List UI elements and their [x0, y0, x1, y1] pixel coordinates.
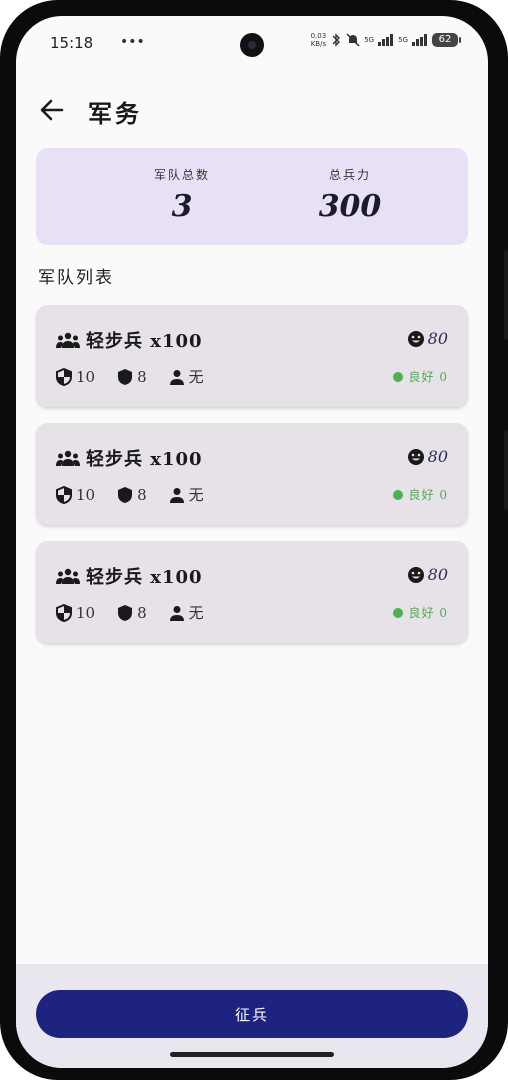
morale-value: 80 [427, 447, 448, 466]
army-name: 轻步兵 x100 [86, 567, 203, 588]
group-icon [56, 568, 80, 584]
commander-value: 无 [188, 486, 204, 504]
app-bar: 军务 [16, 88, 488, 132]
total-troops: 总兵力 300 [302, 166, 398, 224]
status-more-icon: ••• [120, 34, 145, 50]
armor-value: 8 [137, 367, 147, 386]
shield-icon [118, 604, 133, 621]
shield-half-icon [56, 603, 72, 622]
morale: 80 [407, 447, 448, 466]
volume-button [504, 250, 508, 340]
network-speed: 0.03 KB/s [311, 32, 327, 48]
status-dot-icon [392, 489, 403, 500]
group-icon [56, 332, 80, 348]
shield-half-icon [56, 485, 72, 504]
phone-frame: 15:18 ••• 0.03 KB/s 5G 5G 62 军务 军队总数 3 总… [0, 0, 508, 1080]
army-status-text: 良好 0 [408, 606, 448, 620]
shield-icon [118, 486, 133, 503]
bottom-bar: 征兵 [16, 964, 488, 1068]
morale-value: 80 [427, 329, 448, 348]
person-icon [169, 605, 184, 621]
shield-icon [118, 368, 133, 385]
army-card[interactable]: 轻步兵 x100 80 10 8 无 良好 0 [36, 541, 468, 643]
status-bar: 15:18 ••• 0.03 KB/s 5G 5G 62 [16, 16, 488, 60]
armor-stat: 8 [117, 486, 147, 504]
army-status: 良好 0 [392, 604, 448, 621]
page-title: 军务 [88, 99, 142, 128]
morale-value: 80 [427, 565, 448, 584]
recruit-button[interactable]: 征兵 [36, 990, 468, 1038]
smiley-icon [407, 448, 424, 465]
home-indicator[interactable] [170, 1052, 334, 1057]
bluetooth-icon [332, 33, 341, 47]
defense-value: 10 [76, 603, 96, 622]
army-card[interactable]: 轻步兵 x100 80 10 8 无 良好 0 [36, 305, 468, 407]
total-troops-label: 总兵力 [328, 168, 371, 182]
group-icon [56, 450, 80, 466]
status-dot-icon [392, 371, 403, 382]
total-troops-value: 300 [318, 189, 382, 224]
army-status-text: 良好 0 [408, 370, 448, 384]
mute-bell-icon [346, 33, 360, 47]
army-list-title: 军队列表 [38, 268, 114, 288]
army-status-text: 良好 0 [408, 488, 448, 502]
power-button [504, 430, 508, 510]
army-status: 良好 0 [392, 486, 448, 503]
army-name: 轻步兵 x100 [86, 449, 203, 470]
signal-icon [412, 34, 427, 46]
shield-half-icon [56, 367, 72, 386]
morale: 80 [407, 329, 448, 348]
total-armies: 军队总数 3 [142, 166, 222, 224]
battery-icon: 62 [432, 33, 461, 47]
defense-value: 10 [76, 485, 96, 504]
back-arrow-icon[interactable] [38, 96, 66, 124]
commander-stat: 无 [169, 484, 204, 505]
speed-unit: KB/s [310, 40, 327, 48]
armor-stat: 8 [117, 368, 147, 386]
network-type-1: 5G [364, 36, 375, 44]
status-time: 15:18 [50, 34, 94, 52]
armor-stat: 8 [117, 604, 147, 622]
total-armies-label: 军队总数 [153, 168, 210, 182]
screen: 15:18 ••• 0.03 KB/s 5G 5G 62 军务 军队总数 3 总… [16, 16, 488, 1068]
defense-value: 10 [76, 367, 96, 386]
defense-stat: 10 [56, 603, 96, 622]
network-type-2: 5G [398, 36, 408, 44]
armor-value: 8 [137, 485, 147, 504]
person-icon [169, 487, 184, 503]
morale: 80 [407, 565, 448, 584]
signal-icon [378, 34, 394, 46]
commander-value: 无 [188, 604, 204, 622]
status-icons: 0.03 KB/s 5G 5G 62 [311, 32, 461, 48]
army-name: 轻步兵 x100 [86, 331, 203, 352]
army-status: 良好 0 [392, 368, 448, 385]
smiley-icon [407, 330, 424, 347]
commander-stat: 无 [169, 602, 204, 623]
armor-value: 8 [137, 603, 147, 622]
army-card[interactable]: 轻步兵 x100 80 10 8 无 良好 0 [36, 423, 468, 525]
speed-value: 0.03 [310, 32, 327, 40]
commander-value: 无 [188, 368, 204, 386]
total-armies-value: 3 [171, 189, 193, 224]
summary-card: 军队总数 3 总兵力 300 [36, 148, 468, 245]
defense-stat: 10 [56, 367, 96, 386]
status-dot-icon [392, 607, 403, 618]
commander-stat: 无 [169, 366, 204, 387]
person-icon [169, 369, 184, 385]
smiley-icon [407, 566, 424, 583]
defense-stat: 10 [56, 485, 96, 504]
front-camera [240, 33, 264, 57]
